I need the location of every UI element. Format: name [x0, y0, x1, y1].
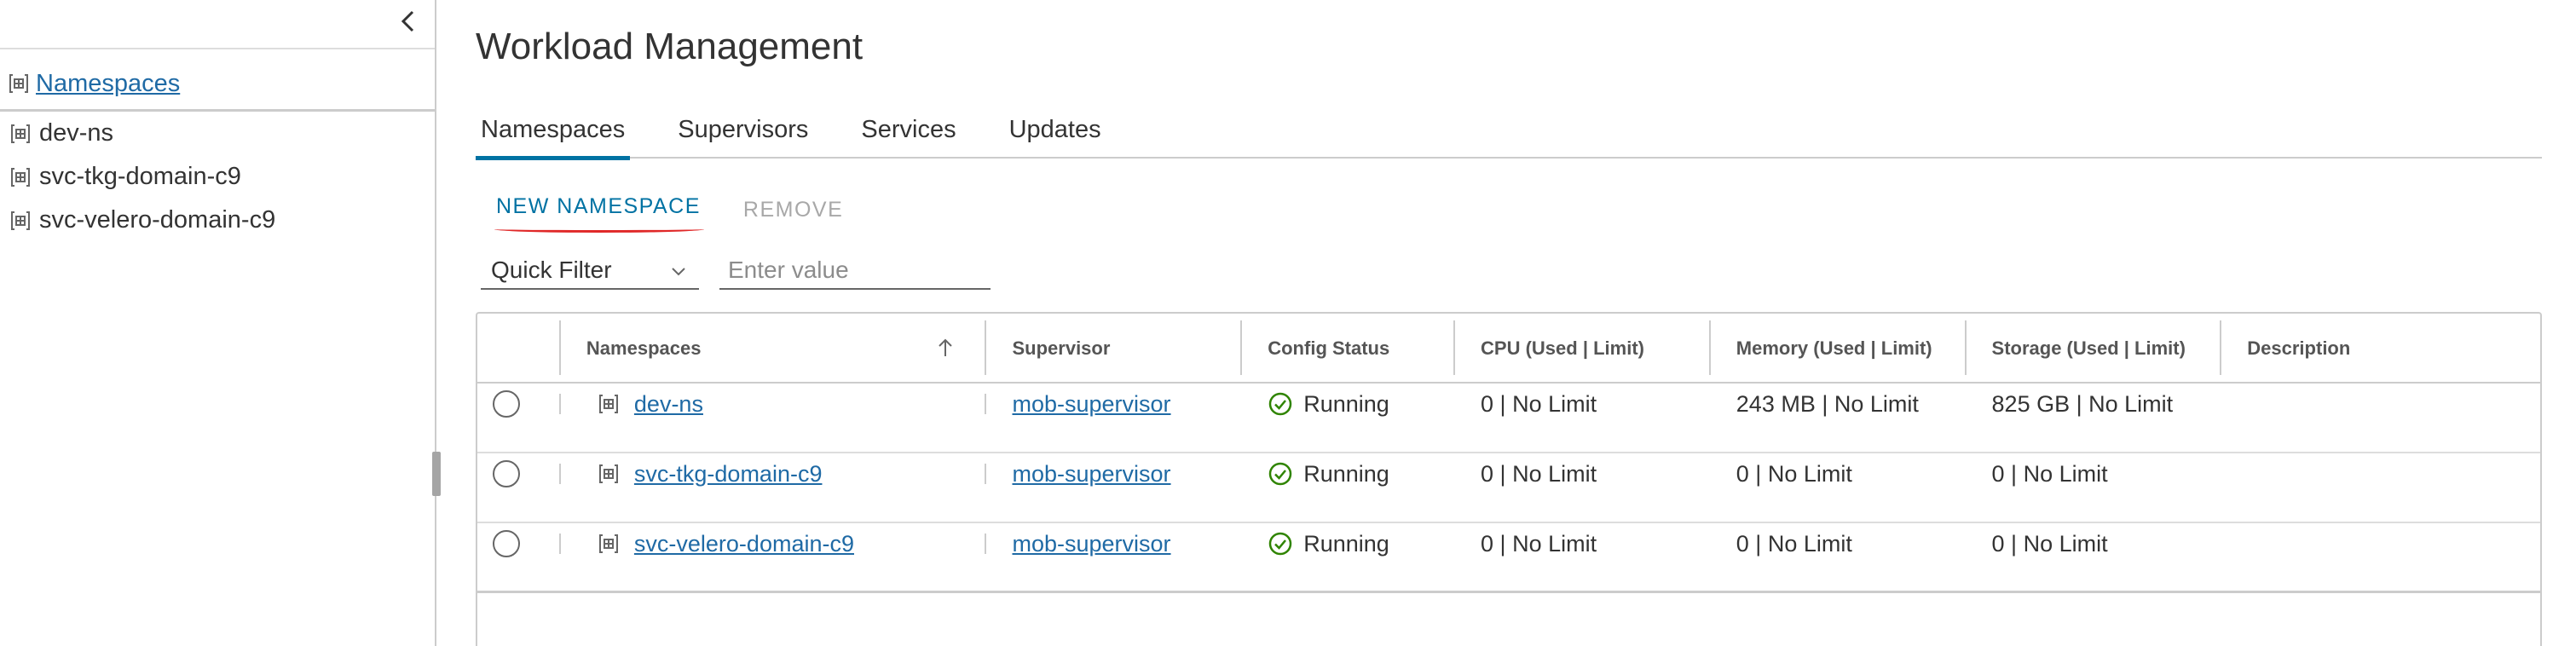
sidebar: Namespaces dev-ns svc-tkg-domain-c9 svc-…: [0, 0, 436, 646]
tree-item-label: dev-ns: [39, 119, 114, 147]
memory-cell: 0 | No Limit: [1736, 531, 1852, 557]
tab-services[interactable]: Services: [861, 109, 956, 159]
tree-item-label: svc-tkg-domain-c9: [39, 163, 241, 190]
config-status-cell: Running: [1242, 523, 1455, 591]
memory-cell: 0 | No Limit: [1736, 461, 1852, 487]
tree-item-label: svc-velero-domain-c9: [39, 206, 276, 234]
namespace-cell: dev-ns: [561, 384, 987, 452]
supervisor-cell: mob-supervisor: [986, 523, 1242, 591]
namespace-icon: [9, 165, 32, 189]
description-cell: [2221, 453, 2540, 522]
row-select-cell: [477, 384, 561, 452]
namespaces-table: Namespaces Supervisor Config Status CPU …: [476, 312, 2542, 646]
main-content: Workload Management Namespaces Superviso…: [438, 0, 2576, 646]
config-status-cell: Running: [1242, 384, 1455, 452]
column-header-namespaces[interactable]: Namespaces: [561, 314, 987, 382]
cpu-cell: 0 | No Limit: [1481, 461, 1597, 487]
select-column-header: [477, 314, 561, 382]
tab-supervisors[interactable]: Supervisors: [678, 109, 808, 159]
arrow-up-icon[interactable]: [933, 336, 957, 360]
column-header-config-status[interactable]: Config Status: [1242, 314, 1455, 382]
column-header-label: Namespaces: [586, 337, 702, 359]
tree-item-svc-velero-domain-c9[interactable]: svc-velero-domain-c9: [0, 199, 435, 242]
namespace-cell: svc-velero-domain-c9: [561, 523, 987, 591]
namespace-icon: [597, 392, 621, 416]
check-circle-icon: [1268, 461, 1293, 487]
supervisor-link[interactable]: mob-supervisor: [1012, 461, 1170, 487]
status-text: Running: [1303, 461, 1389, 487]
row-radio[interactable]: [493, 390, 520, 418]
column-header-supervisor[interactable]: Supervisor: [986, 314, 1242, 382]
status-text: Running: [1303, 391, 1389, 417]
config-status-cell: Running: [1242, 453, 1455, 522]
action-toolbar: NEW NAMESPACE REMOVE: [494, 194, 843, 233]
storage-cell: 0 | No Limit: [1991, 531, 2108, 557]
column-header-description[interactable]: Description: [2221, 314, 2540, 382]
table-row[interactable]: svc-tkg-domain-c9 mob-supervisor Running…: [477, 453, 2540, 523]
tab-updates[interactable]: Updates: [1009, 109, 1101, 159]
supervisor-link[interactable]: mob-supervisor: [1012, 391, 1170, 417]
filter-row: Quick Filter: [481, 252, 991, 290]
namespace-icon: [9, 209, 32, 233]
namespace-link[interactable]: svc-velero-domain-c9: [634, 528, 854, 559]
column-header-label: Memory (Used | Limit): [1736, 337, 1932, 359]
namespace-link[interactable]: svc-tkg-domain-c9: [634, 459, 823, 489]
namespace-icon: [597, 532, 621, 556]
status-text: Running: [1303, 531, 1389, 557]
tree-item-dev-ns[interactable]: dev-ns: [0, 112, 435, 155]
namespace-link[interactable]: dev-ns: [634, 389, 703, 419]
description-cell: [2221, 384, 2540, 452]
quick-filter-label: Quick Filter: [491, 257, 612, 283]
column-header-label: Supervisor: [1012, 337, 1111, 359]
column-header-memory[interactable]: Memory (Used | Limit): [1711, 314, 1967, 382]
tab-bar: Namespaces Supervisors Services Updates: [476, 109, 2542, 160]
row-select-cell: [477, 453, 561, 522]
quick-filter-select[interactable]: Quick Filter: [481, 252, 699, 290]
collapse-sidebar-button[interactable]: [394, 9, 423, 37]
storage-cell: 825 GB | No Limit: [1991, 391, 2174, 417]
supervisor-link[interactable]: mob-supervisor: [1012, 531, 1170, 557]
namespace-icon: [7, 72, 31, 95]
check-circle-icon: [1268, 531, 1293, 557]
row-select-cell: [477, 523, 561, 591]
row-radio[interactable]: [493, 530, 520, 557]
column-header-label: Config Status: [1268, 337, 1390, 359]
supervisor-cell: mob-supervisor: [986, 453, 1242, 522]
chevron-left-icon: [399, 10, 418, 37]
column-header-label: Description: [2247, 337, 2351, 359]
description-cell: [2221, 523, 2540, 591]
column-header-storage[interactable]: Storage (Used | Limit): [1967, 314, 2222, 382]
namespace-tree: dev-ns svc-tkg-domain-c9 svc-velero-doma…: [0, 109, 435, 646]
namespace-icon: [9, 122, 32, 146]
storage-cell: 0 | No Limit: [1991, 461, 2108, 487]
sidebar-divider: [0, 48, 435, 49]
chevron-down-icon: [670, 257, 687, 284]
table-header: Namespaces Supervisor Config Status CPU …: [477, 314, 2540, 384]
sidebar-namespaces-header[interactable]: Namespaces: [7, 66, 180, 101]
remove-button[interactable]: REMOVE: [743, 198, 843, 222]
column-header-label: Storage (Used | Limit): [1991, 337, 2186, 359]
namespace-cell: svc-tkg-domain-c9: [561, 453, 987, 522]
supervisor-cell: mob-supervisor: [986, 384, 1242, 452]
table-row[interactable]: dev-ns mob-supervisor Running 0 | No Lim…: [477, 384, 2540, 453]
tree-item-svc-tkg-domain-c9[interactable]: svc-tkg-domain-c9: [0, 155, 435, 199]
filter-value-input[interactable]: [719, 252, 991, 290]
column-header-label: CPU (Used | Limit): [1481, 337, 1644, 359]
row-radio[interactable]: [493, 460, 520, 487]
cpu-cell: 0 | No Limit: [1481, 391, 1597, 417]
page-title: Workload Management: [476, 26, 863, 67]
cpu-cell: 0 | No Limit: [1481, 531, 1597, 557]
new-namespace-button[interactable]: NEW NAMESPACE: [494, 194, 704, 233]
column-header-cpu[interactable]: CPU (Used | Limit): [1455, 314, 1711, 382]
tab-namespaces[interactable]: Namespaces: [476, 109, 631, 160]
namespace-icon: [597, 462, 621, 486]
table-row[interactable]: svc-velero-domain-c9 mob-supervisor Runn…: [477, 523, 2540, 593]
check-circle-icon: [1268, 391, 1293, 417]
sidebar-namespaces-link[interactable]: Namespaces: [36, 70, 180, 98]
memory-cell: 243 MB | No Limit: [1736, 391, 1919, 417]
